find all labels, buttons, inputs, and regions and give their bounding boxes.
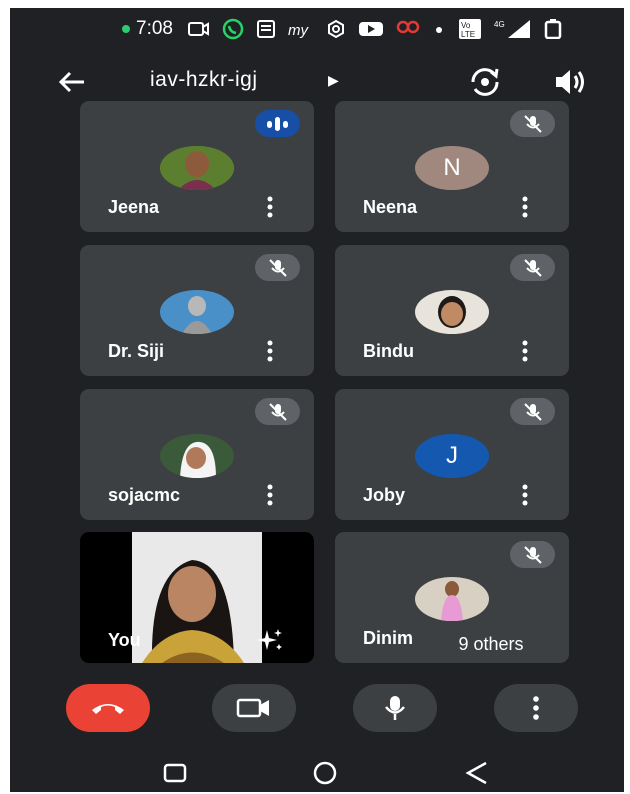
- mic-off-icon: [523, 545, 542, 564]
- mic-off-icon: [268, 402, 287, 421]
- switch-camera-icon[interactable]: [467, 64, 503, 100]
- green-dot-icon: [122, 25, 130, 33]
- svg-text:LTE: LTE: [461, 30, 475, 39]
- more-options-icon[interactable]: [515, 339, 535, 363]
- battery-icon: [544, 19, 562, 39]
- participant-name: Dinim: [363, 628, 414, 648]
- meeting-code[interactable]: iav-hzkr-igj: [150, 68, 258, 92]
- mic-off-icon: [523, 114, 542, 133]
- self-video-tile[interactable]: You: [80, 532, 314, 663]
- camera-toggle-button[interactable]: [212, 684, 296, 732]
- settings-icon: [328, 19, 344, 39]
- participant-name: Bindu: [363, 341, 414, 361]
- participant-tile-dr-siji[interactable]: Dr. Siji: [80, 245, 314, 376]
- more-options-icon[interactable]: [260, 483, 280, 507]
- screen-record-icon: [188, 22, 209, 36]
- phone-screen: 7:08 my Vo LTE 4G iav-hzkr-igj ▶ Jeena N…: [10, 8, 624, 792]
- status-time-group: 7:08: [122, 18, 173, 40]
- participant-tile-sojacmc[interactable]: sojacmc: [80, 389, 314, 520]
- self-label: You: [108, 630, 141, 650]
- avatar-initial: N: [415, 146, 489, 190]
- hood-icon: [396, 20, 420, 34]
- avatar-photo: [160, 434, 234, 478]
- status-bar: 7:08 my Vo LTE 4G: [10, 8, 624, 52]
- system-nav-bar: [10, 748, 624, 792]
- call-controls: [10, 684, 624, 740]
- avatar-photo-icon: [415, 290, 489, 334]
- mic-off-icon: [523, 402, 542, 421]
- participant-name: Jeena: [108, 197, 160, 217]
- status-icons: my Vo LTE 4G: [188, 18, 562, 40]
- participant-tile-bindu[interactable]: Bindu: [335, 245, 569, 376]
- signal-4g-icon: 4G: [494, 20, 530, 38]
- hang-up-button[interactable]: [66, 684, 150, 732]
- muted-indicator: [510, 254, 555, 281]
- youtube-icon: [359, 22, 383, 36]
- muted-indicator: [255, 398, 300, 425]
- participant-tile-joby[interactable]: J Joby: [335, 389, 569, 520]
- self-video-feed: [132, 532, 262, 663]
- avatar-photo: [160, 290, 234, 334]
- avatar-photo: [415, 290, 489, 334]
- avatar-photo-icon: [160, 146, 234, 190]
- more-options-icon[interactable]: [515, 195, 535, 219]
- participant-name: Neena: [363, 197, 418, 217]
- others-button[interactable]: 9 others: [428, 628, 554, 660]
- participant-name: sojacmc: [108, 485, 181, 505]
- whatsapp-icon: [222, 18, 244, 40]
- muted-indicator: [255, 254, 300, 281]
- participant-name: Dr. Siji: [108, 341, 165, 361]
- home-circle-icon[interactable]: [310, 758, 340, 788]
- more-call-options-button[interactable]: [494, 684, 578, 732]
- status-time: 7:08: [136, 18, 173, 39]
- audio-level-icon: [266, 116, 288, 131]
- avatar-photo-icon: [415, 577, 489, 621]
- avatar-photo: [160, 146, 234, 190]
- speaking-indicator: [255, 110, 300, 137]
- microphone-toggle-button[interactable]: [353, 684, 437, 732]
- video-camera-icon: [236, 698, 269, 718]
- microphone-icon: [385, 696, 405, 720]
- mic-off-icon: [268, 258, 287, 277]
- dot-icon: [436, 27, 442, 33]
- muted-indicator: [510, 541, 555, 568]
- participant-name: Joby: [363, 485, 406, 505]
- volte-icon: VoLTE: [459, 19, 481, 39]
- mic-off-icon: [523, 258, 542, 277]
- recents-square-icon[interactable]: [160, 758, 190, 788]
- phone-hangup-icon: [92, 704, 124, 714]
- more-options-icon[interactable]: [260, 339, 280, 363]
- avatar-initial: J: [415, 434, 489, 478]
- avatar-photo-icon: [160, 290, 234, 334]
- muted-indicator: [510, 398, 555, 425]
- more-options-icon[interactable]: [515, 483, 535, 507]
- back-triangle-icon[interactable]: [462, 758, 492, 788]
- back-arrow-icon[interactable]: [56, 66, 88, 98]
- speaker-icon[interactable]: [552, 64, 588, 100]
- participant-tile-neena[interactable]: N Neena: [335, 101, 569, 232]
- vertical-dots-icon: [533, 696, 539, 720]
- effects-sparkle-icon[interactable]: [256, 627, 284, 653]
- avatar-photo-icon: [160, 434, 234, 478]
- svg-text:Vo: Vo: [461, 21, 471, 30]
- participant-tile-jeena[interactable]: Jeena: [80, 101, 314, 232]
- news-icon: [257, 20, 275, 38]
- network-label: 4G: [494, 20, 505, 29]
- muted-indicator: [510, 110, 555, 137]
- svg-text:my: my: [288, 22, 309, 39]
- myjio-icon: my: [288, 22, 309, 39]
- more-options-icon[interactable]: [260, 195, 280, 219]
- caret-right-icon[interactable]: ▶: [328, 72, 339, 89]
- avatar-photo: [415, 577, 489, 621]
